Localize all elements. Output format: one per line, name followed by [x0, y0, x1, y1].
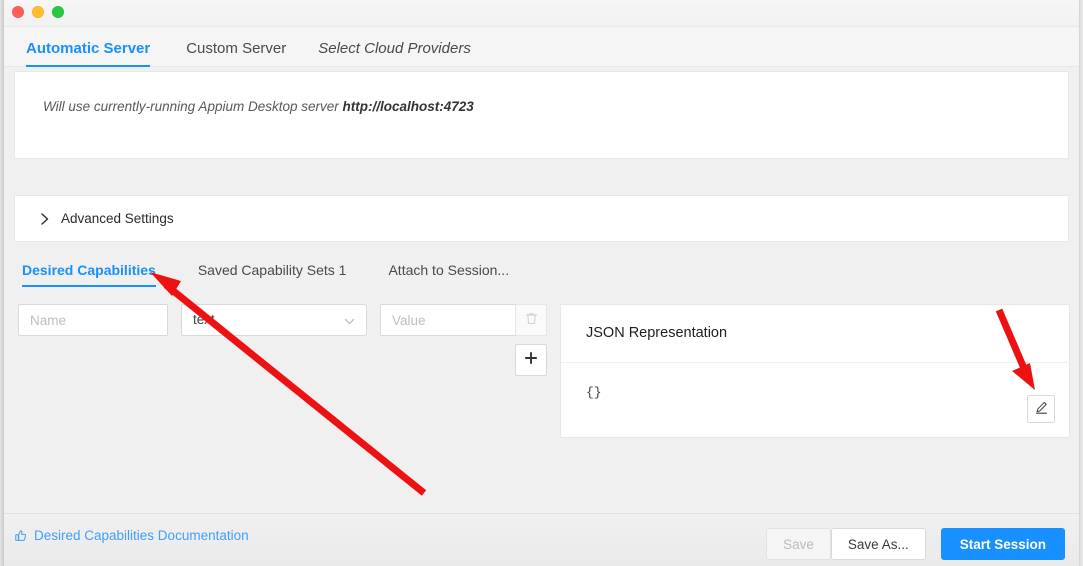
chevron-right-icon [37, 209, 53, 229]
server-type-tablist: Automatic Server Custom Server Select Cl… [14, 27, 483, 67]
plus-icon [523, 350, 539, 370]
json-code-value: {} [586, 385, 602, 400]
save-as-button[interactable]: Save As... [830, 528, 926, 560]
tab-custom-server[interactable]: Custom Server [174, 41, 298, 67]
tab-select-cloud-providers[interactable]: Select Cloud Providers [306, 41, 483, 67]
pencil-edit-icon [1034, 400, 1049, 418]
edit-json-button[interactable] [1027, 395, 1055, 423]
start-session-button-label: Start Session [959, 536, 1046, 552]
server-info-prefix: Will use currently-running Appium Deskto… [43, 99, 343, 114]
capability-name-input[interactable] [18, 304, 168, 336]
minimize-window-button[interactable] [32, 6, 44, 18]
trash-icon [524, 311, 539, 329]
window-frame-right-edge [1079, 0, 1083, 566]
tab-attach-to-session-label: Attach to Session... [388, 262, 510, 278]
save-as-button-label: Save As... [847, 536, 909, 552]
tab-attach-to-session[interactable]: Attach to Session... [380, 263, 517, 287]
tab-select-cloud-providers-label: Select Cloud Providers [318, 40, 471, 57]
tab-automatic-server-label: Automatic Server [26, 40, 151, 57]
delete-capability-button[interactable] [515, 304, 547, 336]
advanced-settings-label: Advanced Settings [61, 211, 174, 226]
json-panel-body: {} [561, 363, 1069, 438]
server-type-tabbar: Automatic Server Custom Server Select Cl… [4, 27, 1079, 67]
desired-capabilities-documentation-label: Desired Capabilities Documentation [34, 528, 249, 543]
start-session-button[interactable]: Start Session [940, 528, 1065, 560]
server-info-url: http://localhost:4723 [342, 99, 474, 114]
thumbs-up-icon [14, 529, 28, 543]
window-traffic-lights [12, 6, 64, 18]
capability-value-input[interactable] [380, 304, 530, 336]
tab-custom-server-label: Custom Server [186, 40, 287, 57]
json-representation-panel: JSON Representation {} [560, 304, 1070, 438]
close-window-button[interactable] [12, 6, 24, 18]
save-button-label: Save [783, 536, 814, 552]
server-info-text: Will use currently-running Appium Deskto… [43, 99, 474, 114]
maximize-window-button[interactable] [52, 6, 64, 18]
json-panel-header: JSON Representation [561, 305, 1069, 363]
server-info-card: Will use currently-running Appium Deskto… [14, 71, 1069, 159]
advanced-settings-collapse[interactable]: Advanced Settings [14, 195, 1069, 242]
chevron-down-icon [343, 315, 356, 328]
session-body: Will use currently-running Appium Deskto… [4, 67, 1079, 513]
footer-button-group: Save Save As... Start Session [766, 528, 1065, 560]
tab-saved-capability-sets[interactable]: Saved Capability Sets 1 [190, 263, 355, 287]
add-capability-button[interactable] [515, 344, 547, 376]
tab-automatic-server[interactable]: Automatic Server [14, 41, 162, 67]
session-footer: Desired Capabilities Documentation Save … [4, 513, 1079, 566]
save-button[interactable]: Save [766, 528, 831, 560]
tab-desired-capabilities[interactable]: Desired Capabilities [14, 263, 164, 287]
capability-editor-row: text [18, 304, 530, 336]
tab-saved-capability-sets-label: Saved Capability Sets 1 [197, 262, 347, 278]
appium-new-session-window: Automatic Server Custom Server Select Cl… [0, 0, 1083, 566]
json-panel-title: JSON Representation [586, 325, 728, 341]
window-titlebar [4, 0, 1079, 27]
desired-capabilities-documentation-link[interactable]: Desired Capabilities Documentation [14, 528, 249, 543]
capability-tablist: Desired Capabilities Saved Capability Se… [14, 251, 517, 287]
tab-desired-capabilities-label: Desired Capabilities [22, 262, 156, 278]
capability-type-select-value: text [193, 312, 215, 327]
capability-type-select[interactable]: text [181, 304, 367, 336]
